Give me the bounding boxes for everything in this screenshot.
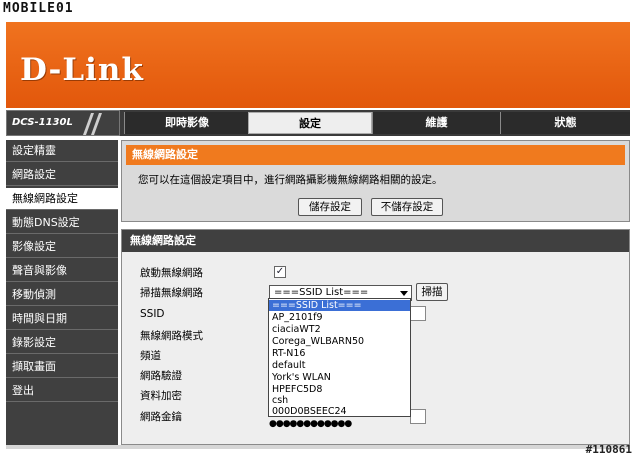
sidebar-item-motion[interactable]: 移動偵測 bbox=[6, 284, 118, 306]
sidebar-item-audio-video[interactable]: 聲音與影像 bbox=[6, 260, 118, 282]
sidebar-item-setup-wizard[interactable]: 設定精靈 bbox=[6, 140, 118, 162]
enable-wireless-checkbox[interactable]: ✓ bbox=[274, 266, 286, 278]
save-button[interactable]: 儲存設定 bbox=[298, 198, 362, 216]
watermark: MOBILE01 bbox=[3, 1, 74, 16]
ssid-option[interactable]: RT-N16 bbox=[269, 348, 410, 359]
photo-id: #110861 bbox=[585, 443, 632, 456]
dont-save-button[interactable]: 不儲存設定 bbox=[371, 198, 443, 216]
ssid-option[interactable]: ===SSID List=== bbox=[269, 300, 410, 311]
dlink-logo: D-Link bbox=[20, 52, 144, 88]
network-key-masked: ●●●●●●●●●●●● bbox=[269, 419, 352, 429]
settings-panel: 無線網路設定 您可以在這個設定項目中，進行網路攝影機無線網路相關的設定。 儲存設… bbox=[121, 140, 630, 222]
ssid-option[interactable]: csh bbox=[269, 395, 410, 406]
ssid-option[interactable]: HPEFC5D8 bbox=[269, 384, 410, 395]
model-badge: DCS-1130L bbox=[6, 110, 120, 136]
settings-description: 您可以在這個設定項目中，進行網路攝影機無線網路相關的設定。 bbox=[138, 174, 443, 186]
settings-panel-title: 無線網路設定 bbox=[126, 145, 625, 165]
sidebar-item-recording[interactable]: 錄影設定 bbox=[6, 332, 118, 354]
ssid-option[interactable]: AP_2101f9 bbox=[269, 312, 410, 323]
ssid-select-value: ===SSID List=== bbox=[274, 287, 369, 298]
ssid-option[interactable]: Corega_WLBARN50 bbox=[269, 336, 410, 347]
sidebar-item-snapshot[interactable]: 擷取畫面 bbox=[6, 356, 118, 378]
ssid-dropdown-list[interactable]: ===SSID List=== AP_2101f9 ciaciaWT2 Core… bbox=[268, 298, 411, 417]
tab-label: 設定 bbox=[299, 117, 321, 130]
wireless-mode-label: 無線網路模式 bbox=[140, 330, 203, 342]
sidebar-item-image[interactable]: 影像設定 bbox=[6, 236, 118, 258]
ssid-option[interactable]: ciaciaWT2 bbox=[269, 324, 410, 335]
scan-button[interactable]: 掃描 bbox=[416, 283, 448, 301]
tab-setup[interactable]: 設定 bbox=[248, 112, 372, 134]
chevron-down-icon bbox=[400, 291, 408, 296]
tab-label: 維護 bbox=[425, 116, 448, 129]
ssid-option[interactable]: default bbox=[269, 360, 410, 371]
sidebar-item-logout[interactable]: 登出 bbox=[6, 380, 118, 402]
channel-label: 頻道 bbox=[140, 350, 161, 362]
tab-label: 即時影像 bbox=[165, 116, 209, 129]
ssid-input[interactable] bbox=[410, 306, 426, 321]
encryption-label: 資料加密 bbox=[140, 390, 182, 402]
sidebar-item-time[interactable]: 時間與日期 bbox=[6, 308, 118, 330]
sidebar-item-ddns[interactable]: 動態DNS設定 bbox=[6, 212, 118, 234]
ssid-option[interactable]: York's WLAN bbox=[269, 372, 410, 383]
frame-shadow bbox=[6, 445, 630, 449]
ssid-label: SSID bbox=[140, 308, 165, 320]
scan-wireless-label: 掃描無線網路 bbox=[140, 287, 203, 299]
authentication-label: 網路驗證 bbox=[140, 370, 182, 382]
tab-status[interactable]: 狀態 bbox=[500, 112, 630, 134]
wireless-panel-title: 無線網路設定 bbox=[122, 230, 629, 252]
ssid-option[interactable]: 000D0BSEEC24 bbox=[269, 406, 410, 417]
top-nav: DCS-1130L 即時影像 設定 維護 狀態 bbox=[6, 110, 630, 136]
sidebar-item-network[interactable]: 網路設定 bbox=[6, 164, 118, 186]
header-banner: D-Link bbox=[6, 20, 630, 108]
tab-maintenance[interactable]: 維護 bbox=[372, 112, 500, 134]
enable-wireless-label: 啟動無線網路 bbox=[140, 267, 203, 279]
watermark-brand: MOBILE01 bbox=[3, 1, 74, 16]
network-key-input[interactable] bbox=[410, 409, 426, 424]
sidebar-item-wireless[interactable]: 無線網路設定 bbox=[6, 188, 118, 210]
screenshot-frame: MOBILE01 D-Link DCS-1130L 即時影像 設定 維護 狀態 … bbox=[0, 0, 640, 459]
sidebar: 設定精靈 網路設定 無線網路設定 動態DNS設定 影像設定 聲音與影像 移動偵測… bbox=[6, 140, 118, 445]
network-key-label: 網路金鑰 bbox=[140, 411, 182, 423]
tab-label: 狀態 bbox=[554, 116, 577, 129]
model-label: DCS-1130L bbox=[12, 117, 73, 128]
tab-live-video[interactable]: 即時影像 bbox=[124, 112, 249, 134]
